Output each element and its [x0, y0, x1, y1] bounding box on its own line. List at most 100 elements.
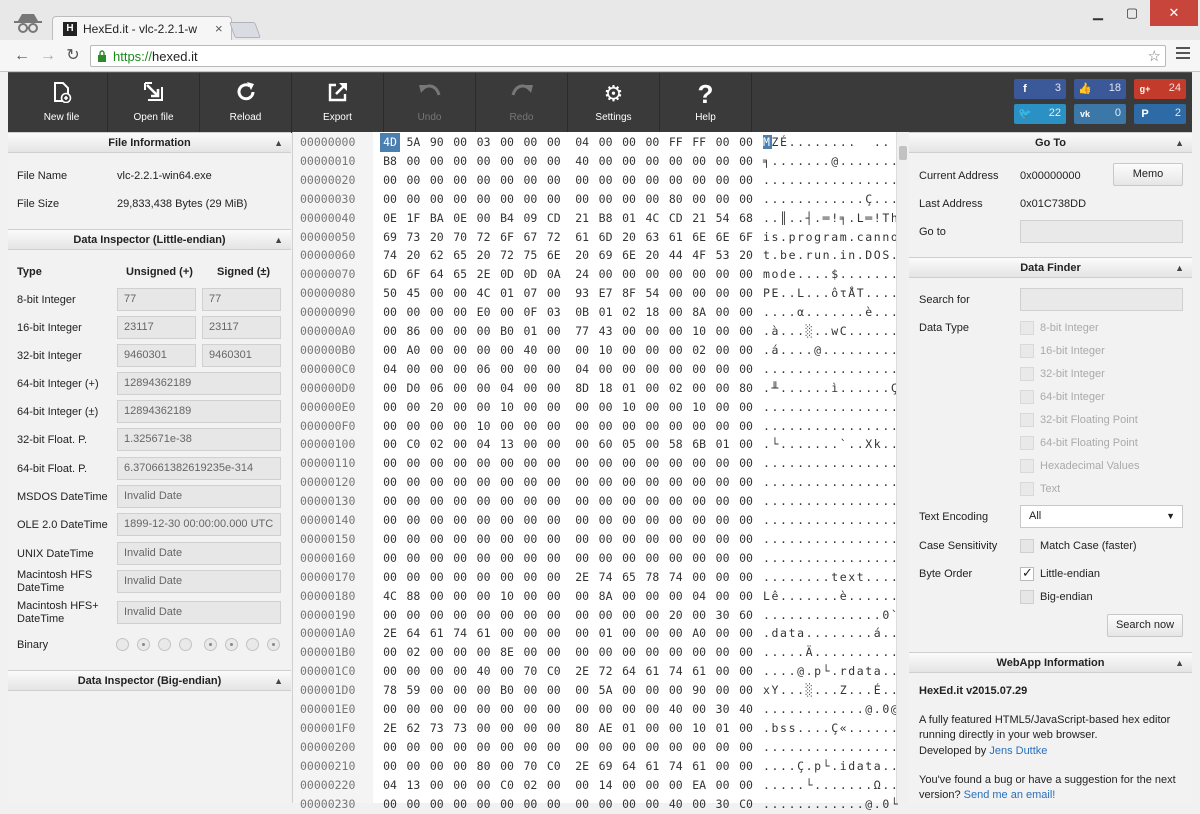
hex-byte[interactable]: 00: [544, 587, 564, 606]
row-text[interactable]: .└.......`..Xk..: [763, 435, 899, 454]
hex-byte[interactable]: 00: [450, 473, 470, 492]
hex-byte[interactable]: 00: [520, 435, 540, 454]
hex-byte[interactable]: 00: [544, 171, 564, 190]
hex-byte[interactable]: 00: [689, 417, 709, 436]
hex-byte[interactable]: 00: [713, 417, 733, 436]
hex-byte[interactable]: 00: [666, 303, 686, 322]
back-icon[interactable]: ←: [12, 46, 32, 66]
hex-byte[interactable]: 03: [474, 133, 494, 152]
hex-byte[interactable]: 90: [689, 681, 709, 700]
hex-byte[interactable]: 53: [713, 246, 733, 265]
hex-byte[interactable]: 00: [572, 643, 592, 662]
hex-byte[interactable]: 00: [380, 606, 400, 625]
file-info-header[interactable]: File Information ▲: [8, 132, 291, 153]
hex-byte[interactable]: 00: [713, 322, 733, 341]
hex-byte[interactable]: 00: [403, 454, 423, 473]
hex-byte[interactable]: 00: [520, 171, 540, 190]
hex-byte[interactable]: 00: [450, 681, 470, 700]
inspector-value-field[interactable]: 1.325671e-38: [117, 428, 281, 451]
hex-byte[interactable]: 01: [713, 719, 733, 738]
hex-byte[interactable]: 00: [713, 776, 733, 795]
row-text[interactable]: ╕.......@.......: [763, 152, 899, 171]
row-text[interactable]: ................: [763, 473, 899, 492]
hex-byte[interactable]: 00: [427, 700, 447, 719]
hex-byte[interactable]: 00: [427, 284, 447, 303]
hex-byte[interactable]: 02: [427, 435, 447, 454]
hex-byte[interactable]: 00: [497, 719, 517, 738]
hex-byte[interactable]: 00: [403, 303, 423, 322]
hex-byte[interactable]: 00: [450, 435, 470, 454]
hex-byte[interactable]: 00: [450, 662, 470, 681]
hex-byte[interactable]: 00: [403, 511, 423, 530]
hex-byte[interactable]: 00: [596, 606, 616, 625]
hex-byte[interactable]: 00: [380, 530, 400, 549]
hex-byte[interactable]: 00: [427, 606, 447, 625]
row-text[interactable]: xY...░...Z...É..: [763, 681, 899, 700]
hex-byte[interactable]: 00: [403, 549, 423, 568]
unsigned-value-field[interactable]: 23117: [117, 316, 196, 339]
browser-tab[interactable]: H HexEd.it - vlc-2.2.1-w ×: [52, 16, 232, 41]
hex-byte[interactable]: 00: [450, 606, 470, 625]
hex-byte[interactable]: 54: [642, 284, 662, 303]
hex-byte[interactable]: 00: [403, 662, 423, 681]
hex-byte[interactable]: 00: [380, 322, 400, 341]
unsigned-value-field[interactable]: 9460301: [117, 344, 196, 367]
hex-byte[interactable]: 00: [736, 511, 756, 530]
hex-byte[interactable]: 01: [596, 624, 616, 643]
reload-page-icon[interactable]: ↻: [63, 46, 83, 66]
close-window-icon[interactable]: ✕: [1150, 0, 1198, 26]
hex-byte[interactable]: 69: [596, 246, 616, 265]
hex-byte[interactable]: 00: [666, 454, 686, 473]
hex-byte[interactable]: 01: [619, 719, 639, 738]
hex-byte[interactable]: 0E: [380, 209, 400, 228]
hex-byte[interactable]: 44: [666, 246, 686, 265]
hex-byte[interactable]: 00: [427, 190, 447, 209]
hex-byte[interactable]: 80: [474, 757, 494, 776]
hex-byte[interactable]: 00: [713, 511, 733, 530]
hex-byte[interactable]: 00: [450, 284, 470, 303]
hex-byte[interactable]: 06: [474, 360, 494, 379]
hex-byte[interactable]: 00: [619, 530, 639, 549]
hex-byte[interactable]: 88: [403, 587, 423, 606]
hex-byte[interactable]: 00: [403, 171, 423, 190]
hex-byte[interactable]: 00: [497, 624, 517, 643]
hex-byte[interactable]: 00: [642, 492, 662, 511]
hex-byte[interactable]: 67: [520, 228, 540, 247]
hex-byte[interactable]: 00: [544, 568, 564, 587]
hex-byte[interactable]: 00: [713, 265, 733, 284]
hex-byte[interactable]: 14: [596, 776, 616, 795]
hex-byte[interactable]: 00: [666, 360, 686, 379]
hex-byte[interactable]: 00: [474, 398, 494, 417]
hex-byte[interactable]: 00: [619, 643, 639, 662]
hex-byte[interactable]: 00: [689, 643, 709, 662]
hex-byte[interactable]: 6D: [380, 265, 400, 284]
hex-byte[interactable]: 00: [642, 171, 662, 190]
hex-byte[interactable]: 00: [380, 757, 400, 776]
hex-byte[interactable]: 30: [713, 606, 733, 625]
hex-byte[interactable]: 00: [380, 549, 400, 568]
row-text[interactable]: ................: [763, 360, 899, 379]
hex-byte[interactable]: 00: [689, 190, 709, 209]
hex-byte[interactable]: 00: [544, 360, 564, 379]
hex-byte[interactable]: BA: [427, 209, 447, 228]
hex-byte[interactable]: 00: [380, 398, 400, 417]
hex-byte[interactable]: 00: [403, 757, 423, 776]
hex-byte[interactable]: A0: [689, 624, 709, 643]
hex-byte[interactable]: 00: [427, 454, 447, 473]
hex-byte[interactable]: 00: [736, 776, 756, 795]
hex-byte[interactable]: 00: [450, 190, 470, 209]
hex-byte[interactable]: 00: [572, 454, 592, 473]
hex-byte[interactable]: 6E: [544, 246, 564, 265]
hex-byte[interactable]: 00: [619, 454, 639, 473]
hex-byte[interactable]: 00: [497, 700, 517, 719]
hex-byte[interactable]: 6E: [689, 228, 709, 247]
row-text[interactable]: ................: [763, 492, 899, 511]
row-text[interactable]: ....@.p└.rdata..: [763, 662, 899, 681]
hex-byte[interactable]: 00: [642, 133, 662, 152]
hex-byte[interactable]: 00: [666, 417, 686, 436]
hex-byte[interactable]: 2E: [572, 757, 592, 776]
hex-byte[interactable]: E7: [596, 284, 616, 303]
hex-byte[interactable]: 00: [427, 152, 447, 171]
hex-byte[interactable]: 72: [596, 662, 616, 681]
hex-byte[interactable]: 30: [713, 700, 733, 719]
